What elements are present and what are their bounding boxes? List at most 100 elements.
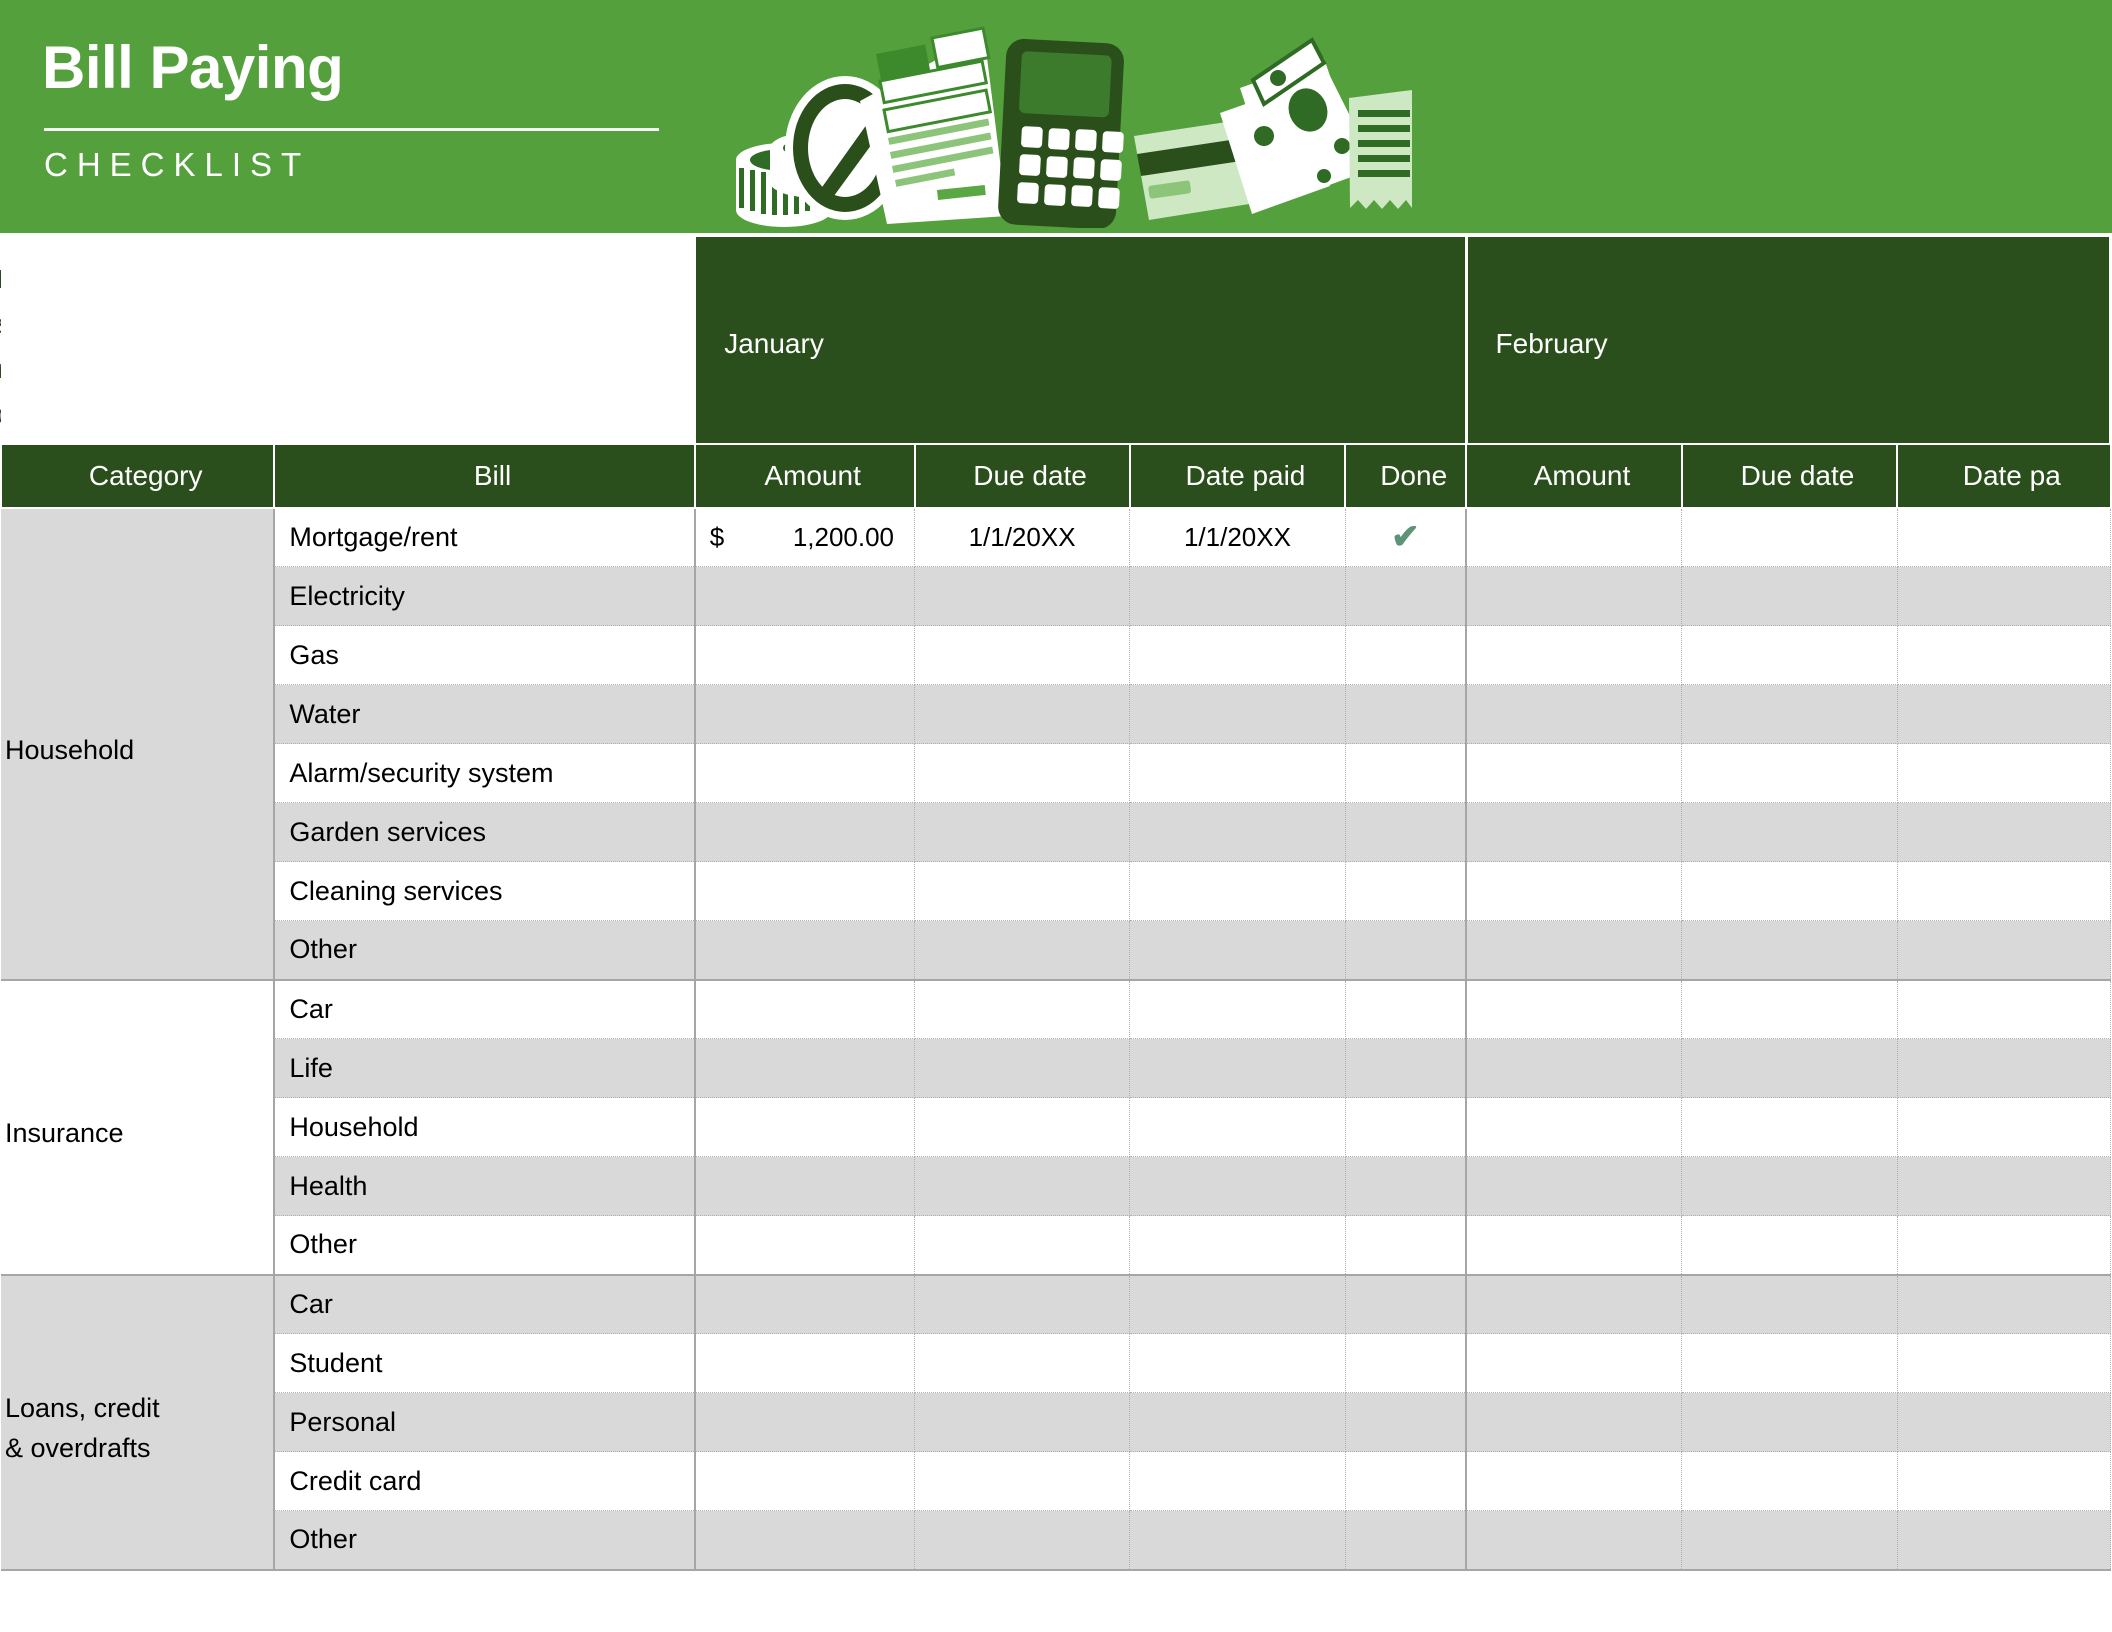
jan-amount-cell[interactable] bbox=[694, 625, 916, 685]
feb-due-date-cell[interactable] bbox=[1681, 1097, 1898, 1157]
bill-name-cell[interactable]: Personal bbox=[274, 1392, 696, 1452]
jan-due-date-cell[interactable] bbox=[914, 1392, 1131, 1452]
jan-date-paid-cell[interactable] bbox=[1129, 1333, 1346, 1393]
feb-date-paid-cell[interactable] bbox=[1897, 566, 2112, 626]
feb-due-date-cell[interactable] bbox=[1681, 861, 1898, 921]
feb-due-date-cell[interactable] bbox=[1681, 1215, 1898, 1276]
column-header-jan-date-paid[interactable]: Date paid bbox=[1128, 442, 1347, 509]
jan-done-cell[interactable] bbox=[1345, 1097, 1468, 1157]
feb-due-date-cell[interactable] bbox=[1681, 1038, 1898, 1098]
feb-due-date-cell[interactable] bbox=[1681, 1273, 1898, 1334]
jan-done-cell[interactable] bbox=[1345, 1451, 1468, 1511]
feb-due-date-cell[interactable] bbox=[1681, 625, 1898, 685]
jan-amount-cell[interactable] bbox=[694, 802, 916, 862]
bill-name-cell[interactable]: Mortgage/rent bbox=[274, 506, 696, 567]
jan-due-date-cell[interactable] bbox=[914, 743, 1131, 803]
jan-due-date-cell[interactable] bbox=[914, 566, 1131, 626]
feb-date-paid-cell[interactable] bbox=[1897, 1273, 2112, 1334]
jan-date-paid-cell[interactable] bbox=[1129, 743, 1346, 803]
feb-amount-cell[interactable] bbox=[1466, 506, 1683, 567]
jan-date-paid-cell[interactable] bbox=[1129, 802, 1346, 862]
jan-date-paid-cell[interactable] bbox=[1129, 1510, 1346, 1571]
jan-due-date-cell[interactable] bbox=[914, 1510, 1131, 1571]
jan-done-cell[interactable] bbox=[1345, 684, 1468, 744]
jan-amount-cell[interactable] bbox=[694, 1273, 916, 1334]
jan-done-cell[interactable] bbox=[1345, 1215, 1468, 1276]
jan-due-date-cell[interactable] bbox=[914, 861, 1131, 921]
feb-date-paid-cell[interactable] bbox=[1897, 978, 2112, 1039]
column-header-jan-amount[interactable]: Amount bbox=[693, 442, 916, 509]
column-header-bill[interactable]: Bill bbox=[273, 442, 696, 509]
bill-name-cell[interactable]: Garden services bbox=[274, 802, 696, 862]
bill-name-cell[interactable]: Car bbox=[274, 1273, 696, 1334]
feb-amount-cell[interactable] bbox=[1466, 1097, 1683, 1157]
jan-amount-cell[interactable] bbox=[694, 1451, 916, 1511]
feb-amount-cell[interactable] bbox=[1466, 802, 1683, 862]
feb-amount-cell[interactable] bbox=[1466, 1038, 1683, 1098]
jan-done-cell[interactable]: ✔ bbox=[1345, 506, 1468, 567]
bill-name-cell[interactable]: Other bbox=[274, 1510, 696, 1571]
feb-due-date-cell[interactable] bbox=[1681, 506, 1898, 567]
jan-amount-cell[interactable] bbox=[694, 1097, 916, 1157]
bill-name-cell[interactable]: Car bbox=[274, 978, 696, 1039]
jan-due-date-cell[interactable] bbox=[914, 1097, 1131, 1157]
feb-amount-cell[interactable] bbox=[1466, 743, 1683, 803]
bill-name-cell[interactable]: Water bbox=[274, 684, 696, 744]
feb-amount-cell[interactable] bbox=[1466, 978, 1683, 1039]
jan-date-paid-cell[interactable]: 1/1/20XX bbox=[1129, 506, 1346, 567]
feb-date-paid-cell[interactable] bbox=[1897, 506, 2112, 567]
jan-date-paid-cell[interactable] bbox=[1129, 1451, 1346, 1511]
feb-amount-cell[interactable] bbox=[1466, 861, 1683, 921]
jan-amount-cell[interactable] bbox=[694, 1038, 916, 1098]
feb-amount-cell[interactable] bbox=[1466, 1392, 1683, 1452]
feb-due-date-cell[interactable] bbox=[1681, 1156, 1898, 1216]
feb-amount-cell[interactable] bbox=[1466, 1451, 1683, 1511]
jan-done-cell[interactable] bbox=[1345, 1038, 1468, 1098]
jan-due-date-cell[interactable] bbox=[914, 1156, 1131, 1216]
jan-done-cell[interactable] bbox=[1345, 1156, 1468, 1216]
feb-amount-cell[interactable] bbox=[1466, 625, 1683, 685]
jan-done-cell[interactable] bbox=[1345, 920, 1468, 981]
feb-date-paid-cell[interactable] bbox=[1897, 1510, 2112, 1571]
feb-due-date-cell[interactable] bbox=[1681, 920, 1898, 981]
feb-amount-cell[interactable] bbox=[1466, 1273, 1683, 1334]
jan-done-cell[interactable] bbox=[1345, 743, 1468, 803]
jan-date-paid-cell[interactable] bbox=[1129, 1392, 1346, 1452]
jan-done-cell[interactable] bbox=[1345, 1333, 1468, 1393]
jan-amount-cell[interactable]: $1,200.00 bbox=[694, 506, 916, 567]
feb-date-paid-cell[interactable] bbox=[1897, 1215, 2112, 1276]
jan-date-paid-cell[interactable] bbox=[1129, 1038, 1346, 1098]
feb-date-paid-cell[interactable] bbox=[1897, 684, 2112, 744]
jan-amount-cell[interactable] bbox=[694, 1510, 916, 1571]
bill-name-cell[interactable]: Alarm/security system bbox=[274, 743, 696, 803]
jan-due-date-cell[interactable] bbox=[914, 802, 1131, 862]
jan-date-paid-cell[interactable] bbox=[1129, 1215, 1346, 1276]
bill-name-cell[interactable]: Student bbox=[274, 1333, 696, 1393]
feb-date-paid-cell[interactable] bbox=[1897, 1156, 2112, 1216]
jan-amount-cell[interactable] bbox=[694, 1215, 916, 1276]
category-cell[interactable]: Insurance bbox=[1, 978, 276, 1276]
jan-due-date-cell[interactable] bbox=[914, 1333, 1131, 1393]
jan-due-date-cell[interactable] bbox=[914, 625, 1131, 685]
jan-due-date-cell[interactable] bbox=[914, 978, 1131, 1039]
feb-date-paid-cell[interactable] bbox=[1897, 1392, 2112, 1452]
category-cell[interactable]: Loans, credit & overdrafts bbox=[1, 1273, 276, 1571]
jan-date-paid-cell[interactable] bbox=[1129, 978, 1346, 1039]
jan-done-cell[interactable] bbox=[1345, 861, 1468, 921]
bill-name-cell[interactable]: Cleaning services bbox=[274, 861, 696, 921]
jan-due-date-cell[interactable] bbox=[914, 1273, 1131, 1334]
jan-date-paid-cell[interactable] bbox=[1129, 1156, 1346, 1216]
feb-date-paid-cell[interactable] bbox=[1897, 625, 2112, 685]
feb-amount-cell[interactable] bbox=[1466, 1510, 1683, 1571]
feb-due-date-cell[interactable] bbox=[1681, 802, 1898, 862]
feb-amount-cell[interactable] bbox=[1466, 566, 1683, 626]
bill-name-cell[interactable]: Health bbox=[274, 1156, 696, 1216]
jan-done-cell[interactable] bbox=[1345, 802, 1468, 862]
feb-date-paid-cell[interactable] bbox=[1897, 1451, 2112, 1511]
feb-amount-cell[interactable] bbox=[1466, 1156, 1683, 1216]
feb-due-date-cell[interactable] bbox=[1681, 1333, 1898, 1393]
jan-done-cell[interactable] bbox=[1345, 1392, 1468, 1452]
feb-amount-cell[interactable] bbox=[1466, 920, 1683, 981]
bill-name-cell[interactable]: Other bbox=[274, 1215, 696, 1276]
jan-amount-cell[interactable] bbox=[694, 861, 916, 921]
